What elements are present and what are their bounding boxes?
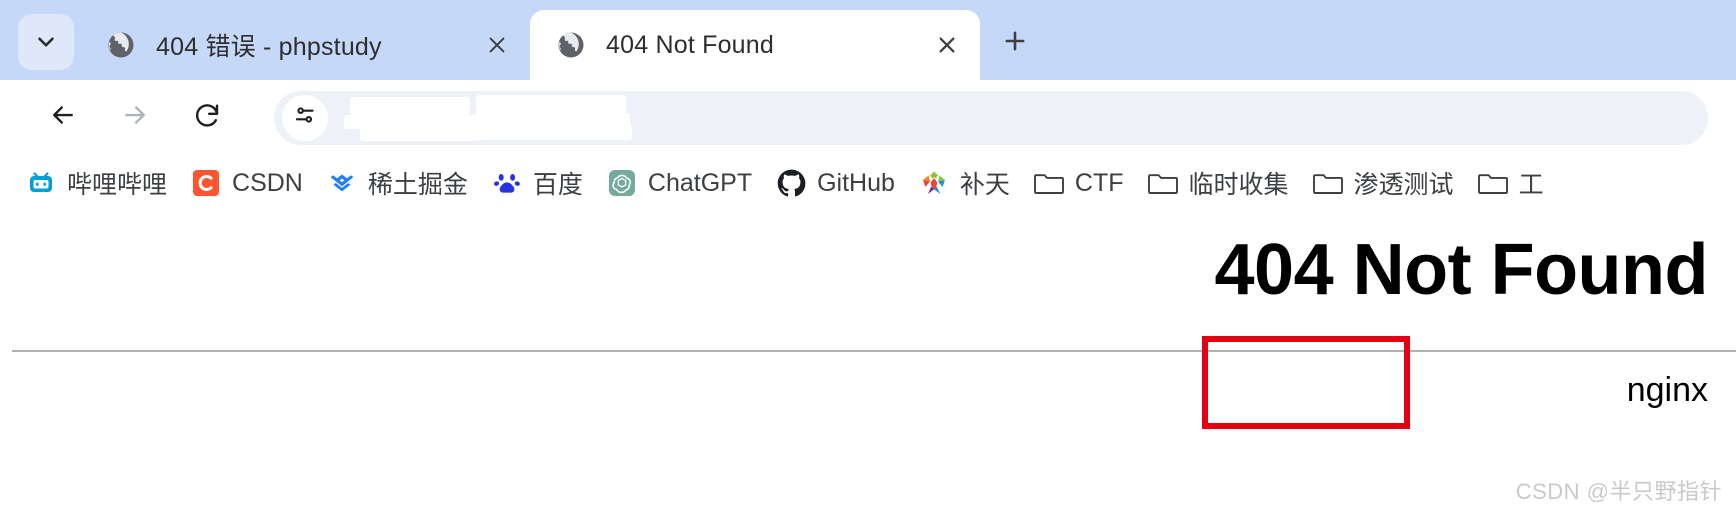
bilibili-icon [26,168,56,198]
bookmark-label: 百度 [532,171,583,199]
bookmark-chatgpt[interactable]: ChatGPT [595,161,764,205]
arrow-right-icon [120,100,150,135]
bookmark-label: 临时收集 [1188,171,1289,199]
bookmark-juejin[interactable]: 稀土掘金 [315,161,480,205]
address-bar[interactable] [274,90,1708,145]
page-title: 404 Not Found [1214,230,1709,310]
tune-icon [292,102,318,133]
bookmark-bilibili[interactable]: 哔哩哔哩 [14,161,179,205]
tab-404-not-found[interactable]: 404 Not Found [530,10,980,80]
tab-title: 404 Not Found [606,30,774,59]
bookmark-csdn[interactable]: CSDN [179,161,315,205]
site-settings-button[interactable] [282,94,328,141]
butian-icon [919,168,949,198]
url-redaction [472,123,632,140]
github-icon [776,168,806,198]
reload-icon [192,100,222,135]
page-viewport: 404 Not Found nginx CSDN @半只野指针 [0,211,1736,510]
browser-toolbar [0,80,1736,155]
forward-button[interactable] [108,91,162,145]
watermark: CSDN @半只野指针 [1515,479,1722,504]
bookmark-folder-pentest[interactable]: 渗透测试 [1301,161,1466,205]
folder-icon [1312,168,1343,198]
url-text[interactable] [340,91,1708,145]
new-tab-button[interactable] [992,20,1038,66]
bookmark-label: ChatGPT [647,168,753,197]
juejin-icon [327,168,357,198]
plus-icon [1001,27,1029,60]
bookmark-label: 稀土掘金 [367,171,468,199]
url-redaction [350,96,470,115]
bookmark-label: CTF [1074,168,1124,197]
bookmark-folder-tools[interactable]: 工 [1466,161,1556,205]
tab-title: 404 错误 - phpstudy [156,33,382,61]
tab-404-error-phpstudy[interactable]: 404 错误 - phpstudy [80,10,530,80]
bookmark-folder-temp-collection[interactable]: 临时收集 [1136,161,1301,205]
tab-search-button[interactable] [18,14,74,70]
bookmarks-bar: 哔哩哔哩 CSDN 稀土掘金 百度 ChatGPT GitHub 补天 CTF … [0,155,1736,211]
bookmark-label: 补天 [959,171,1010,199]
folder-icon [1147,168,1178,198]
url-redaction [360,124,480,141]
arrow-left-icon [48,100,78,135]
csdn-icon [191,168,221,198]
back-button[interactable] [36,91,90,145]
globe-icon [556,30,586,60]
tab-close-button[interactable] [928,26,966,64]
chevron-down-icon [33,29,59,55]
tab-close-button[interactable] [478,26,516,64]
reload-button[interactable] [180,91,234,145]
baidu-icon [492,168,522,198]
server-signature: nginx [1626,371,1708,409]
browser-window: 404 错误 - phpstudy 404 Not Found 哔哩哔哩 CSD… [0,0,1736,510]
bookmark-folder-ctf[interactable]: CTF [1022,161,1136,205]
bookmark-label: GitHub [817,168,895,197]
bookmark-github[interactable]: GitHub [764,161,907,205]
tab-strip: 404 错误 - phpstudy 404 Not Found [0,0,1736,80]
bookmark-baidu[interactable]: 百度 [480,161,595,205]
bookmark-label: 工 [1518,171,1544,199]
bookmark-label: CSDN [232,168,303,197]
bookmark-butian[interactable]: 补天 [907,161,1022,205]
folder-icon [1477,168,1508,198]
chatgpt-icon [607,168,637,198]
horizontal-rule [12,350,1736,352]
error-page: 404 Not Found nginx CSDN @半只野指针 [0,211,1736,510]
bookmark-label: 哔哩哔哩 [67,171,168,199]
bookmark-label: 渗透测试 [1353,171,1454,199]
globe-icon [106,30,136,60]
folder-icon [1033,168,1064,198]
